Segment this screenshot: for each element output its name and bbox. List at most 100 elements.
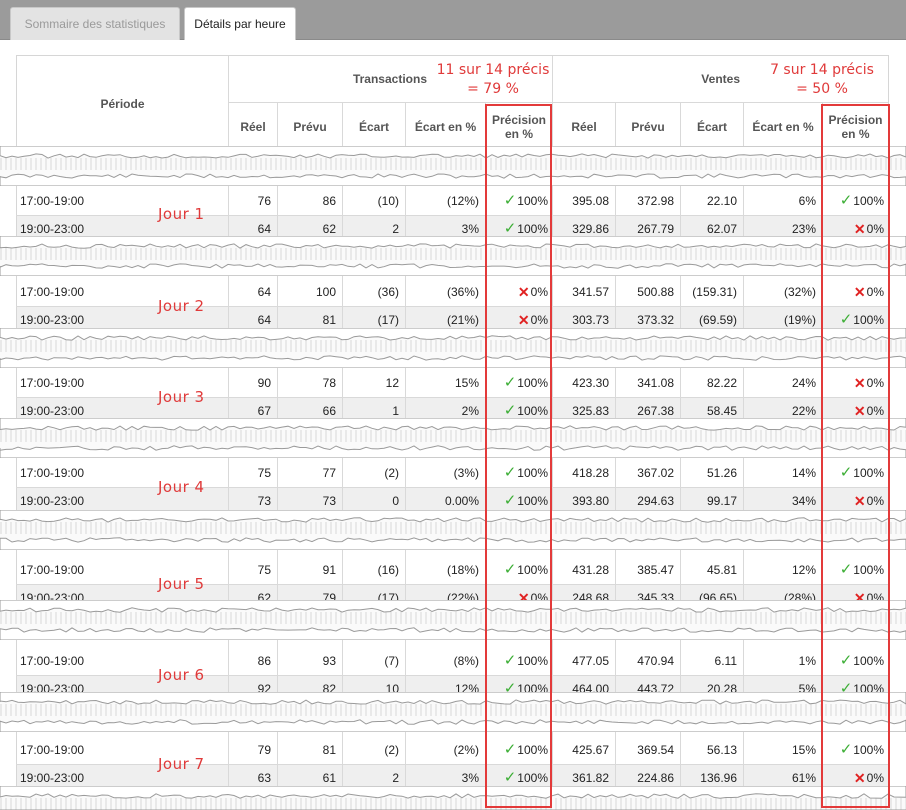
value-cell: (8%) — [453, 654, 479, 668]
value-cell: 341.57 — [572, 285, 609, 299]
header-t-prevu: Prévu — [293, 120, 327, 134]
transactions-precision-highlight — [485, 104, 552, 808]
torn-separator — [0, 146, 906, 186]
torn-separator — [0, 692, 906, 732]
value-cell: 56.13 — [706, 743, 737, 757]
value-cell: 86 — [322, 194, 336, 208]
value-cell: (3%) — [453, 466, 479, 480]
row-divider — [16, 675, 889, 676]
value-cell: 367.02 — [637, 466, 674, 480]
torn-separator — [0, 418, 906, 458]
value-cell: (7) — [384, 654, 399, 668]
day-label: Jour 3 — [158, 388, 205, 406]
value-cell: 75 — [257, 563, 271, 577]
value-cell: 341.08 — [637, 376, 674, 390]
row-divider — [16, 306, 889, 307]
value-cell: 1% — [798, 654, 816, 668]
header-t-ecart: Écart — [358, 120, 390, 134]
value-cell: 385.47 — [637, 563, 674, 577]
row-divider — [16, 584, 889, 585]
tab-details-par-heure[interactable]: Détails par heure — [184, 7, 296, 40]
row-divider — [16, 215, 889, 216]
table-row: 17:00-19:00 90 78 12 15% ✓ 100% 423.30 341.08 82.… — [17, 369, 888, 397]
value-cell: 86 — [257, 654, 271, 668]
value-cell: 418.28 — [572, 466, 609, 480]
value-cell: 90 — [257, 376, 271, 390]
value-cell: 369.54 — [637, 743, 674, 757]
table-row: 17:00-19:00 86 93 (7) (8%) ✓ 100% 477.05 470.94 6… — [17, 647, 888, 675]
torn-separator — [0, 328, 906, 368]
value-cell: 470.94 — [637, 654, 674, 668]
value-cell: 24% — [791, 376, 816, 390]
value-cell: 100 — [315, 285, 336, 299]
table-row: 17:00-19:00 75 77 (2) (3%) ✓ 100% 418.28 367.02 5… — [17, 459, 888, 487]
value-cell: (10) — [377, 194, 399, 208]
value-cell: 64 — [257, 285, 271, 299]
value-cell: (36%) — [446, 285, 479, 299]
table-row: 17:00-19:00 79 81 (2) (2%) ✓ 100% 425.67 369.54 5… — [17, 736, 888, 764]
value-cell: 12% — [791, 563, 816, 577]
row-divider — [16, 397, 889, 398]
value-cell: (12%) — [446, 194, 479, 208]
value-cell: (32%) — [783, 285, 816, 299]
header-divider — [229, 102, 888, 103]
value-cell: 12 — [385, 376, 399, 390]
value-cell: 6% — [798, 194, 816, 208]
ventes-precision-highlight — [821, 104, 890, 808]
value-cell: 76 — [257, 194, 271, 208]
value-cell: 431.28 — [572, 563, 609, 577]
header-v-prevu: Prévu — [631, 120, 665, 134]
value-cell: (18%) — [446, 563, 479, 577]
table-row: 17:00-19:00 75 91 (16) (18%) ✓ 100% 431.28 385.4… — [17, 556, 888, 584]
value-cell: 77 — [322, 466, 336, 480]
value-cell: (2) — [384, 466, 399, 480]
value-cell: 6.11 — [714, 654, 737, 668]
table-row: 17:00-19:00 76 86 (10) (12%) ✓ 100% 395.08 372.9… — [17, 187, 888, 215]
value-cell: (36) — [377, 285, 399, 299]
value-cell: 372.98 — [637, 194, 674, 208]
tab-bar: Sommaire des statistiques Détails par he… — [0, 0, 906, 40]
day-label: Jour 4 — [158, 478, 205, 496]
value-cell: 45.81 — [706, 563, 737, 577]
header-v-ecart: Écart — [696, 120, 728, 134]
value-cell: 81 — [322, 743, 336, 757]
ventes-precision-note: 7 sur 14 précis = 50 % — [770, 62, 874, 97]
torn-separator — [0, 236, 906, 276]
header-t-reel: Réel — [240, 120, 266, 134]
value-cell: 93 — [322, 654, 336, 668]
value-cell: (159.31) — [692, 285, 737, 299]
value-cell: 78 — [322, 376, 336, 390]
value-cell: (2%) — [453, 743, 479, 757]
value-cell: 82.22 — [706, 376, 737, 390]
value-cell: 75 — [257, 466, 271, 480]
row-divider — [16, 764, 889, 765]
value-cell: 423.30 — [572, 376, 609, 390]
tab-sommaire[interactable]: Sommaire des statistiques — [10, 7, 180, 40]
value-cell: 15% — [454, 376, 479, 390]
header-v-ecart-pct: Écart en % — [752, 120, 814, 134]
value-cell: 395.08 — [572, 194, 609, 208]
table-row: 17:00-19:00 64 100 (36) (36%) ✕ 0% 341.57 500.88… — [17, 278, 888, 306]
day-label: Jour 7 — [158, 755, 205, 773]
value-cell: 500.88 — [637, 285, 674, 299]
value-cell: 14% — [791, 466, 816, 480]
transactions-precision-note: 11 sur 14 précis = 79 % — [436, 62, 550, 97]
value-cell: 22.10 — [706, 194, 737, 208]
value-cell: 91 — [322, 563, 336, 577]
value-cell: (16) — [377, 563, 399, 577]
torn-separator — [0, 600, 906, 640]
value-cell: 79 — [257, 743, 271, 757]
row-divider — [16, 487, 889, 488]
day-label: Jour 2 — [158, 297, 205, 315]
day-label: Jour 6 — [158, 666, 205, 684]
torn-separator — [0, 510, 906, 550]
day-label: Jour 1 — [158, 205, 205, 223]
value-cell: 15% — [791, 743, 816, 757]
value-cell: 477.05 — [572, 654, 609, 668]
torn-separator — [0, 786, 906, 810]
value-cell: 425.67 — [572, 743, 609, 757]
day-label: Jour 5 — [158, 575, 205, 593]
header-v-reel: Réel — [571, 120, 597, 134]
header-periode: Période — [100, 97, 145, 111]
value-cell: 51.26 — [706, 466, 737, 480]
